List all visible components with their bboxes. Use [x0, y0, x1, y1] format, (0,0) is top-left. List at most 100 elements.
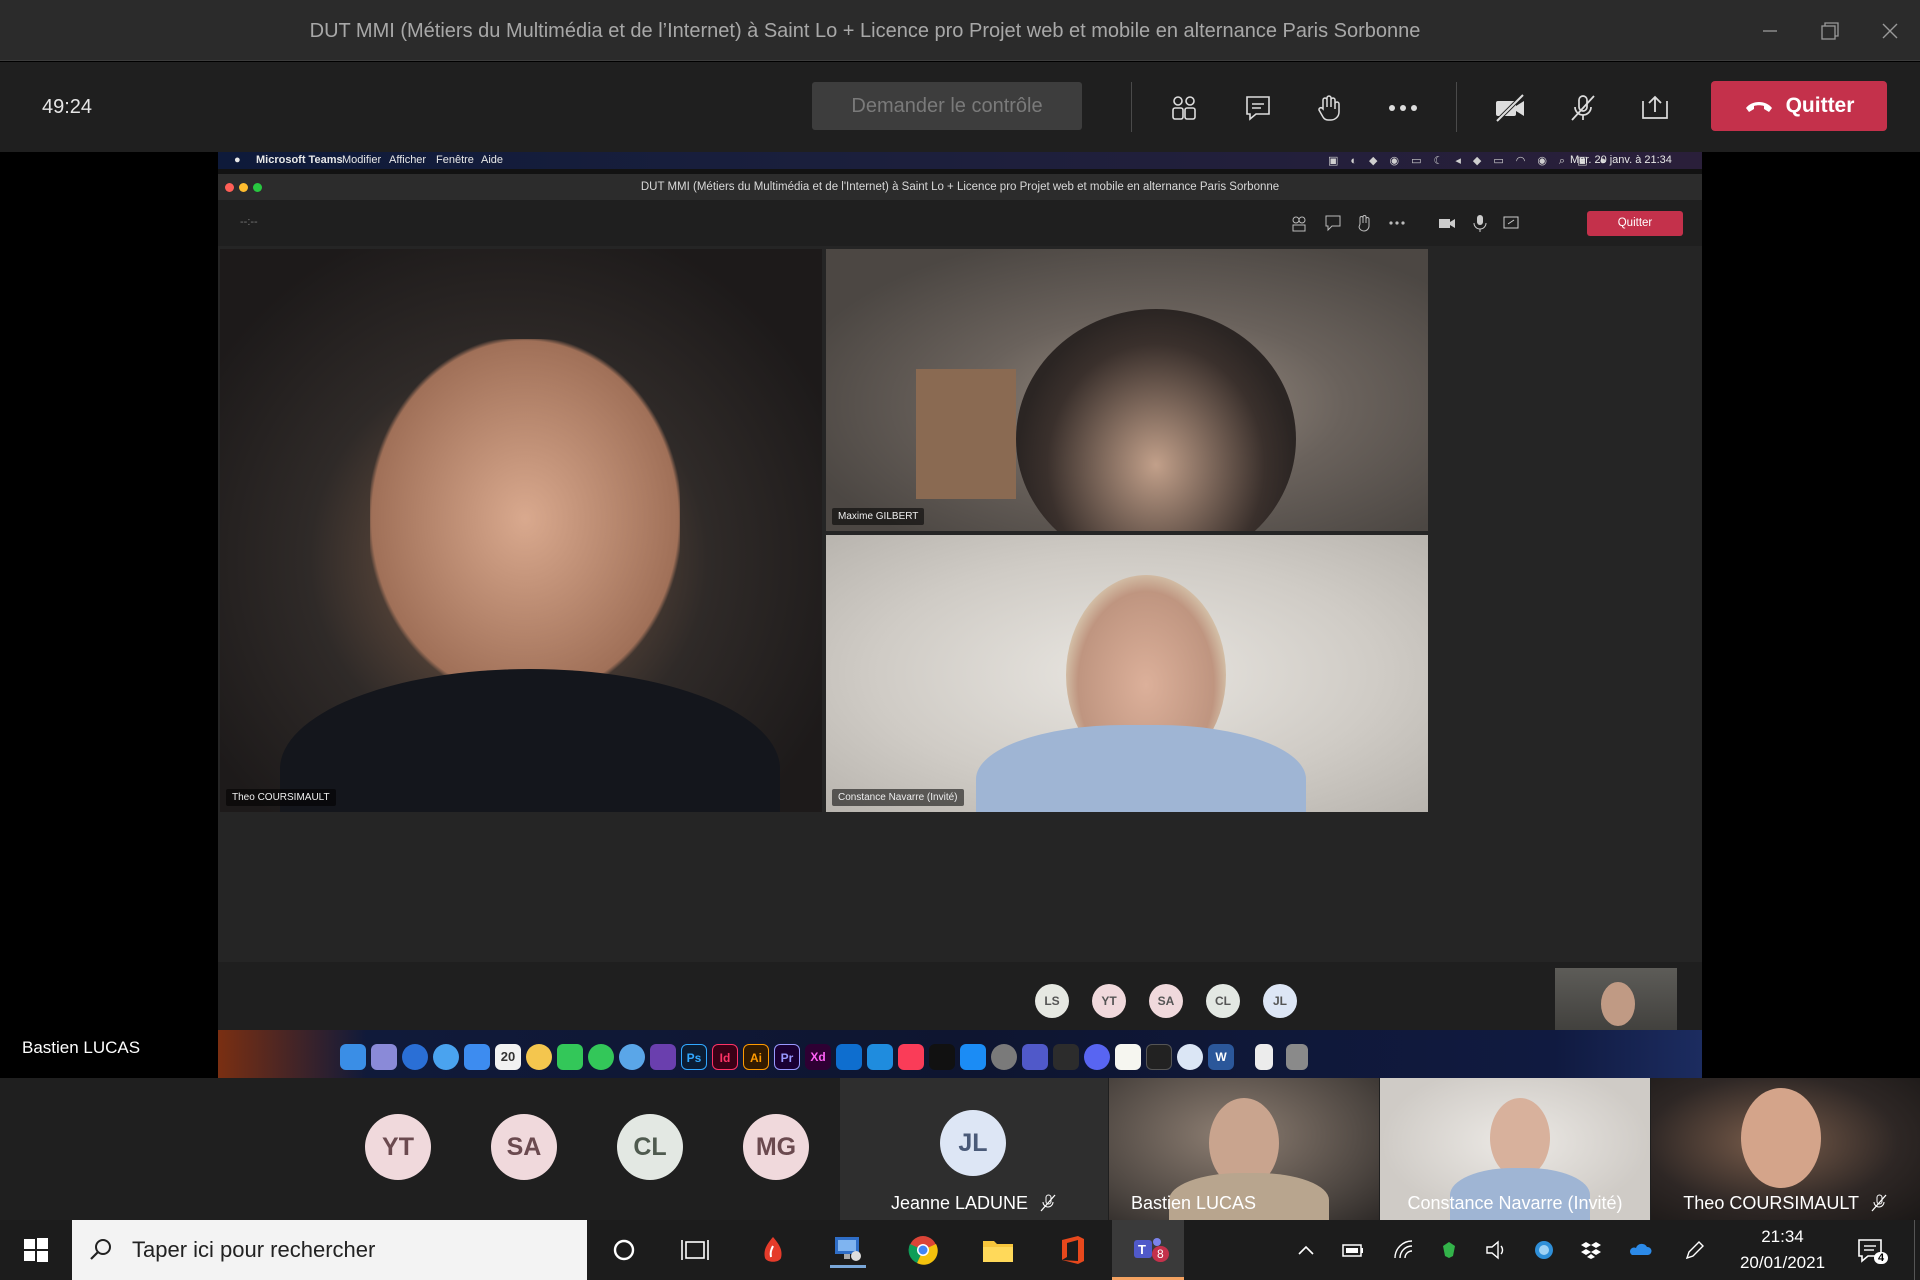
- participant-face: [1016, 309, 1296, 531]
- participant-tile-constance[interactable]: Constance Navarre (Invité): [1380, 1078, 1650, 1220]
- taskbar-app-chrome[interactable]: [905, 1232, 941, 1268]
- mac-quit-button: Quitter: [1587, 211, 1683, 236]
- battery-icon[interactable]: [1341, 1238, 1365, 1262]
- cortana-button[interactable]: [606, 1232, 642, 1268]
- participant-avatar[interactable]: MG: [743, 1114, 809, 1180]
- music-icon: [898, 1044, 924, 1070]
- participant-avatar: CL: [1206, 984, 1240, 1018]
- start-button[interactable]: [0, 1220, 72, 1280]
- close-button[interactable]: [1860, 0, 1920, 61]
- facetime-icon: [557, 1044, 583, 1070]
- app-tray-icon[interactable]: [1532, 1238, 1556, 1262]
- participant-tile-theo[interactable]: Theo COURSIMAULT: [1651, 1078, 1920, 1220]
- participant-avatar: YT: [1092, 984, 1126, 1018]
- mac-menu-datetime: Mer. 20 janv. à 21:34: [1570, 154, 1672, 166]
- mic-toggle-button[interactable]: [1560, 85, 1606, 131]
- search-placeholder: Taper ici pour rechercher: [132, 1237, 376, 1262]
- window-title: DUT MMI (Métiers du Multimédia et de l’I…: [309, 20, 1421, 42]
- participant-avatar[interactable]: YT: [365, 1114, 431, 1180]
- notifications-badge: 4: [1874, 1252, 1889, 1264]
- people-icon: [1172, 96, 1196, 120]
- mac-participant-bar: LS YT SA CL JL: [218, 962, 1702, 1046]
- app-tray-icon[interactable]: [1437, 1238, 1461, 1262]
- participant-body: [976, 725, 1306, 812]
- messages-icon: [588, 1044, 614, 1070]
- show-desktop-button[interactable]: [1914, 1220, 1915, 1280]
- raise-hand-button[interactable]: [1306, 85, 1352, 131]
- share-icon: [1503, 216, 1519, 229]
- windows-taskbar: Taper ici pour rechercher T 8 21:34 20/0…: [0, 1220, 1920, 1280]
- participant-tile-bastien[interactable]: Bastien LUCAS: [1109, 1078, 1379, 1220]
- request-control-button[interactable]: Demander le contrôle: [812, 82, 1082, 130]
- tray-overflow-icon[interactable]: [1294, 1238, 1318, 1262]
- dropbox-icon[interactable]: [1580, 1238, 1604, 1262]
- mic-off-icon: [1040, 1194, 1056, 1212]
- chat-icon: [1325, 215, 1341, 232]
- taskbar-app-office[interactable]: [1055, 1232, 1091, 1268]
- toolbar-divider: [1456, 82, 1457, 132]
- shared-screen: ● Microsoft Teams Modifier Afficher Fenê…: [218, 152, 1702, 1078]
- taskbar-app-explorer[interactable]: [980, 1232, 1016, 1268]
- mac-menu-item: Aide: [481, 154, 504, 166]
- taskbar-app-teams[interactable]: T 8: [1112, 1220, 1184, 1280]
- participant-name-text: Jeanne LADUNE: [890, 1193, 1029, 1213]
- pen-icon[interactable]: [1683, 1238, 1707, 1262]
- volume-icon[interactable]: [1484, 1238, 1508, 1262]
- photos-icon: [526, 1044, 552, 1070]
- launchpad-icon: [371, 1044, 397, 1070]
- onedrive-icon[interactable]: [1628, 1238, 1652, 1262]
- task-view-button[interactable]: [677, 1232, 713, 1268]
- participants-button[interactable]: [1161, 85, 1207, 131]
- participant-face: [1741, 1088, 1821, 1188]
- participant-avatar: LS: [1035, 984, 1069, 1018]
- svg-text:T: T: [1138, 1242, 1146, 1257]
- photoshop-icon: Ps: [681, 1044, 707, 1070]
- taskbar-app-acrobat[interactable]: [755, 1232, 791, 1268]
- mac-menu-item: Fenêtre: [436, 154, 474, 166]
- vscode-icon: [836, 1044, 862, 1070]
- minimize-button[interactable]: [1740, 0, 1800, 61]
- mic-off-icon: [1871, 1194, 1887, 1212]
- restore-icon: [1821, 21, 1839, 40]
- hand-icon: [1358, 215, 1370, 232]
- more-icon: [1389, 221, 1405, 225]
- notifications-button[interactable]: 4: [1852, 1232, 1889, 1268]
- remote-desktop-icon: [835, 1236, 861, 1261]
- mac-window-titlebar: DUT MMI (Métiers du Multimédia et de l'I…: [218, 174, 1702, 200]
- video-tile-constance: Constance Navarre (Invité): [826, 535, 1428, 812]
- quit-label: Quitter: [1785, 94, 1855, 117]
- acrobat-icon: [764, 1237, 782, 1262]
- teams-icon: [1022, 1044, 1048, 1070]
- more-actions-button[interactable]: [1380, 85, 1426, 131]
- quit-button[interactable]: Quitter: [1711, 81, 1887, 131]
- word-icon: W: [1208, 1044, 1234, 1070]
- discord-icon: [1084, 1044, 1110, 1070]
- chat-button[interactable]: [1235, 85, 1281, 131]
- chrome-icon: [908, 1236, 938, 1265]
- app-icon: [867, 1044, 893, 1070]
- participant-tile-jeanne[interactable]: JL Jeanne LADUNE: [840, 1078, 1108, 1220]
- title-bar: DUT MMI (Métiers du Multimédia et de l’I…: [0, 0, 1920, 61]
- network-icon[interactable]: [1392, 1238, 1416, 1262]
- taskbar-clock[interactable]: 21:34 20/01/2021: [1730, 1224, 1835, 1276]
- participant-name-text: Theo COURSIMAULT: [1683, 1193, 1859, 1213]
- mac-dock: 20 Ps Id Ai Pr Xd W: [218, 1030, 1702, 1078]
- taskbar-app-remote[interactable]: [830, 1232, 866, 1268]
- participant-name: Jeanne LADUNE: [840, 1193, 1108, 1214]
- participant-avatar: JL: [940, 1110, 1006, 1176]
- finder-icon: [340, 1044, 366, 1070]
- restore-button[interactable]: [1800, 0, 1860, 61]
- share-screen-button[interactable]: [1632, 85, 1678, 131]
- apple-tv-icon: [929, 1044, 955, 1070]
- task-view-icon: [681, 1240, 709, 1260]
- participant-avatar[interactable]: SA: [491, 1114, 557, 1180]
- mac-menu-item: Afficher: [389, 154, 427, 166]
- apple-icon: ●: [234, 154, 241, 166]
- teams-badge: 8: [1152, 1246, 1169, 1262]
- participant-avatar: JL: [1263, 984, 1297, 1018]
- background-shelf: [916, 369, 1016, 499]
- office-icon: [1062, 1236, 1084, 1264]
- taskbar-search-box[interactable]: Taper ici pour rechercher: [72, 1220, 587, 1280]
- participant-avatar[interactable]: CL: [617, 1114, 683, 1180]
- camera-toggle-button[interactable]: [1487, 85, 1533, 131]
